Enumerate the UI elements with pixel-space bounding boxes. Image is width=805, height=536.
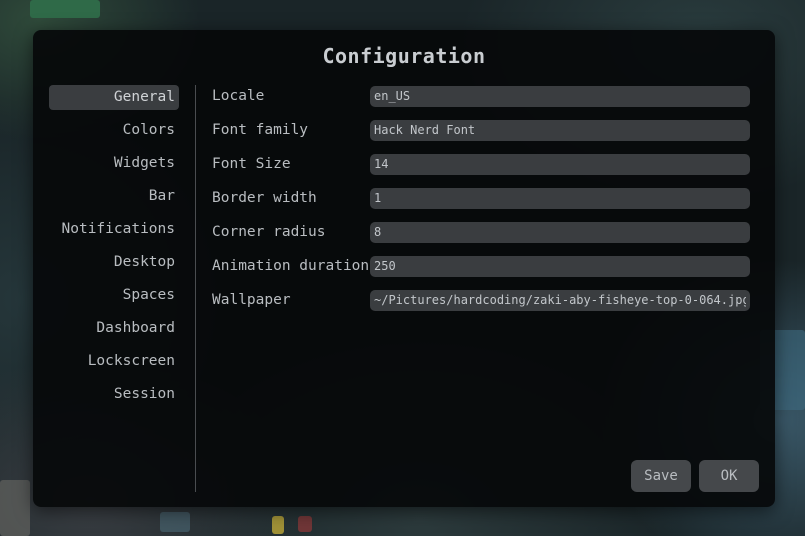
- setting-row-font-family: Font family: [212, 119, 757, 142]
- corner-radius-field[interactable]: [370, 222, 750, 243]
- animation-duration-field[interactable]: [370, 256, 750, 277]
- setting-row-locale: Locale: [212, 85, 757, 108]
- sidebar-item-colors[interactable]: Colors: [49, 118, 179, 143]
- wallpaper-detail-red: [298, 516, 312, 532]
- locale-field[interactable]: [370, 86, 750, 107]
- save-button[interactable]: Save: [631, 460, 691, 492]
- setting-row-border-width: Border width: [212, 187, 757, 210]
- locale-label: Locale: [212, 88, 265, 104]
- font-family-label: Font family: [212, 122, 309, 138]
- sidebar-item-session[interactable]: Session: [49, 382, 179, 407]
- configuration-dialog: Configuration General Colors Widgets Bar…: [33, 30, 775, 507]
- wallpaper-detail-yellow: [272, 516, 284, 534]
- setting-row-font-size: Font Size: [212, 153, 757, 176]
- border-width-label: Border width: [212, 190, 317, 206]
- sidebar-item-bar[interactable]: Bar: [49, 184, 179, 209]
- settings-sidebar: General Colors Widgets Bar Notifications…: [49, 85, 179, 415]
- sidebar-divider: [195, 85, 196, 492]
- sidebar-item-general[interactable]: General: [49, 85, 179, 110]
- font-size-field[interactable]: [370, 154, 750, 175]
- setting-row-wallpaper: Wallpaper: [212, 289, 757, 312]
- border-width-field[interactable]: [370, 188, 750, 209]
- ok-button[interactable]: OK: [699, 460, 759, 492]
- font-size-label: Font Size: [212, 156, 291, 172]
- wallpaper-detail-blue: [160, 512, 190, 532]
- wallpaper-label: Wallpaper: [212, 292, 291, 308]
- dialog-title: Configuration: [322, 44, 486, 68]
- corner-radius-label: Corner radius: [212, 224, 326, 240]
- general-settings-form: Locale Font family Font Size Border widt…: [212, 85, 757, 323]
- sidebar-item-widgets[interactable]: Widgets: [49, 151, 179, 176]
- sidebar-item-desktop[interactable]: Desktop: [49, 250, 179, 275]
- sidebar-item-dashboard[interactable]: Dashboard: [49, 316, 179, 341]
- setting-row-animation-duration: Animation duration: [212, 255, 757, 278]
- sidebar-item-spaces[interactable]: Spaces: [49, 283, 179, 308]
- sidebar-item-notifications[interactable]: Notifications: [49, 217, 179, 242]
- sidebar-item-lockscreen[interactable]: Lockscreen: [49, 349, 179, 374]
- animation-duration-label: Animation duration: [212, 258, 370, 274]
- wallpaper-detail-gray: [0, 480, 30, 536]
- font-family-field[interactable]: [370, 120, 750, 141]
- wallpaper-detail-green: [30, 0, 100, 18]
- setting-row-corner-radius: Corner radius: [212, 221, 757, 244]
- wallpaper-field[interactable]: [370, 290, 750, 311]
